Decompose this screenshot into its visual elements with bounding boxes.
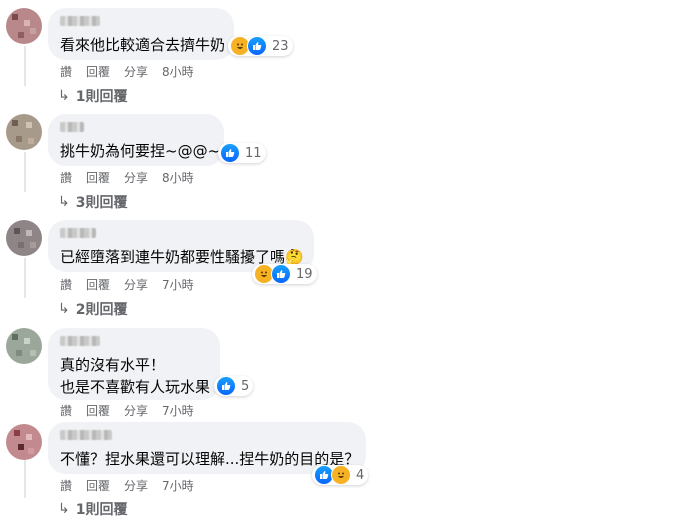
reply-button[interactable]: 回覆 xyxy=(86,63,110,80)
timestamp[interactable]: 7小時 xyxy=(162,402,194,419)
thread-line xyxy=(24,458,26,498)
replies-count: 1則回覆 xyxy=(75,502,128,518)
comment-text: 真的沒有水平！ xyxy=(60,356,166,374)
like-button[interactable]: 讚 xyxy=(60,276,72,293)
view-replies-link[interactable]: ↳ 1則回覆 xyxy=(58,499,127,519)
avatar[interactable] xyxy=(6,8,42,44)
timestamp[interactable]: 7小時 xyxy=(162,276,194,293)
reaction-summary[interactable]: 19 xyxy=(252,264,317,284)
reply-button[interactable]: 回覆 xyxy=(86,402,110,419)
haha-reaction-icon xyxy=(331,465,351,485)
reply-arrow-icon: ↳ xyxy=(58,301,70,317)
avatar[interactable] xyxy=(6,220,42,256)
like-button[interactable]: 讚 xyxy=(60,402,72,419)
share-button[interactable]: 分享 xyxy=(124,169,148,186)
like-reaction-icon xyxy=(220,143,240,163)
reaction-summary[interactable]: 5 xyxy=(214,376,254,396)
comment-actions: 讚 回覆 分享 7小時 xyxy=(60,276,208,293)
timestamp[interactable]: 8小時 xyxy=(162,169,194,186)
replies-count: 2則回覆 xyxy=(75,302,128,318)
reply-button[interactable]: 回覆 xyxy=(86,276,110,293)
author-name[interactable] xyxy=(60,336,100,346)
thread-line xyxy=(24,46,26,86)
like-reaction-icon xyxy=(271,264,291,284)
comment-actions: 讚 回覆 分享 7小時 xyxy=(60,477,208,494)
timestamp[interactable]: 7小時 xyxy=(162,477,194,494)
comment-bubble: 挑牛奶為何要捏~@@~ xyxy=(48,114,224,166)
thread-line xyxy=(24,258,26,298)
like-button[interactable]: 讚 xyxy=(60,169,72,186)
view-replies-link[interactable]: ↳ 2則回覆 xyxy=(58,299,127,319)
thread-line xyxy=(24,152,26,192)
avatar[interactable] xyxy=(6,328,42,364)
share-button[interactable]: 分享 xyxy=(124,477,148,494)
replies-count: 3則回覆 xyxy=(75,195,128,211)
comment-text: 也是不喜歡有人玩水果 xyxy=(60,378,211,396)
author-name[interactable] xyxy=(60,122,84,132)
reaction-count: 11 xyxy=(245,145,262,161)
reply-arrow-icon: ↳ xyxy=(58,88,70,104)
comment-text: 不懂？捏水果還可以理解...捏牛奶的目的是？ xyxy=(60,450,360,468)
author-name[interactable] xyxy=(60,430,112,440)
reaction-count: 5 xyxy=(241,378,250,394)
reply-arrow-icon: ↳ xyxy=(58,501,70,517)
reply-button[interactable]: 回覆 xyxy=(86,169,110,186)
reaction-count: 4 xyxy=(356,467,365,483)
comment-bubble: 真的沒有水平！ 也是不喜歡有人玩水果 xyxy=(48,328,220,400)
reaction-summary[interactable]: 23 xyxy=(228,36,293,56)
reaction-count: 23 xyxy=(272,38,289,54)
reaction-summary[interactable]: 4 xyxy=(312,465,369,485)
share-button[interactable]: 分享 xyxy=(124,276,148,293)
author-name[interactable] xyxy=(60,228,96,238)
avatar[interactable] xyxy=(6,424,42,460)
reaction-summary[interactable]: 11 xyxy=(218,143,266,163)
comment-actions: 讚 回覆 分享 7小時 xyxy=(60,402,208,419)
like-reaction-icon xyxy=(216,376,236,396)
share-button[interactable]: 分享 xyxy=(124,63,148,80)
timestamp[interactable]: 8小時 xyxy=(162,63,194,80)
like-reaction-icon xyxy=(247,36,267,56)
like-button[interactable]: 讚 xyxy=(60,63,72,80)
replies-count: 1則回覆 xyxy=(75,89,128,105)
reaction-count: 19 xyxy=(296,266,313,282)
comment-actions: 讚 回覆 分享 8小時 xyxy=(60,169,208,186)
view-replies-link[interactable]: ↳ 1則回覆 xyxy=(58,86,127,106)
comment-text: 挑牛奶為何要捏~@@~ xyxy=(60,142,221,160)
comment-actions: 讚 回覆 分享 8小時 xyxy=(60,63,208,80)
avatar[interactable] xyxy=(6,114,42,150)
view-replies-link[interactable]: ↳ 3則回覆 xyxy=(58,192,127,212)
reply-arrow-icon: ↳ xyxy=(58,194,70,210)
share-button[interactable]: 分享 xyxy=(124,402,148,419)
like-button[interactable]: 讚 xyxy=(60,477,72,494)
comment-bubble: 看來他比較適合去擠牛奶 xyxy=(48,8,234,60)
author-name[interactable] xyxy=(60,16,100,26)
comment-text: 看來他比較適合去擠牛奶 xyxy=(60,36,226,54)
reply-button[interactable]: 回覆 xyxy=(86,477,110,494)
